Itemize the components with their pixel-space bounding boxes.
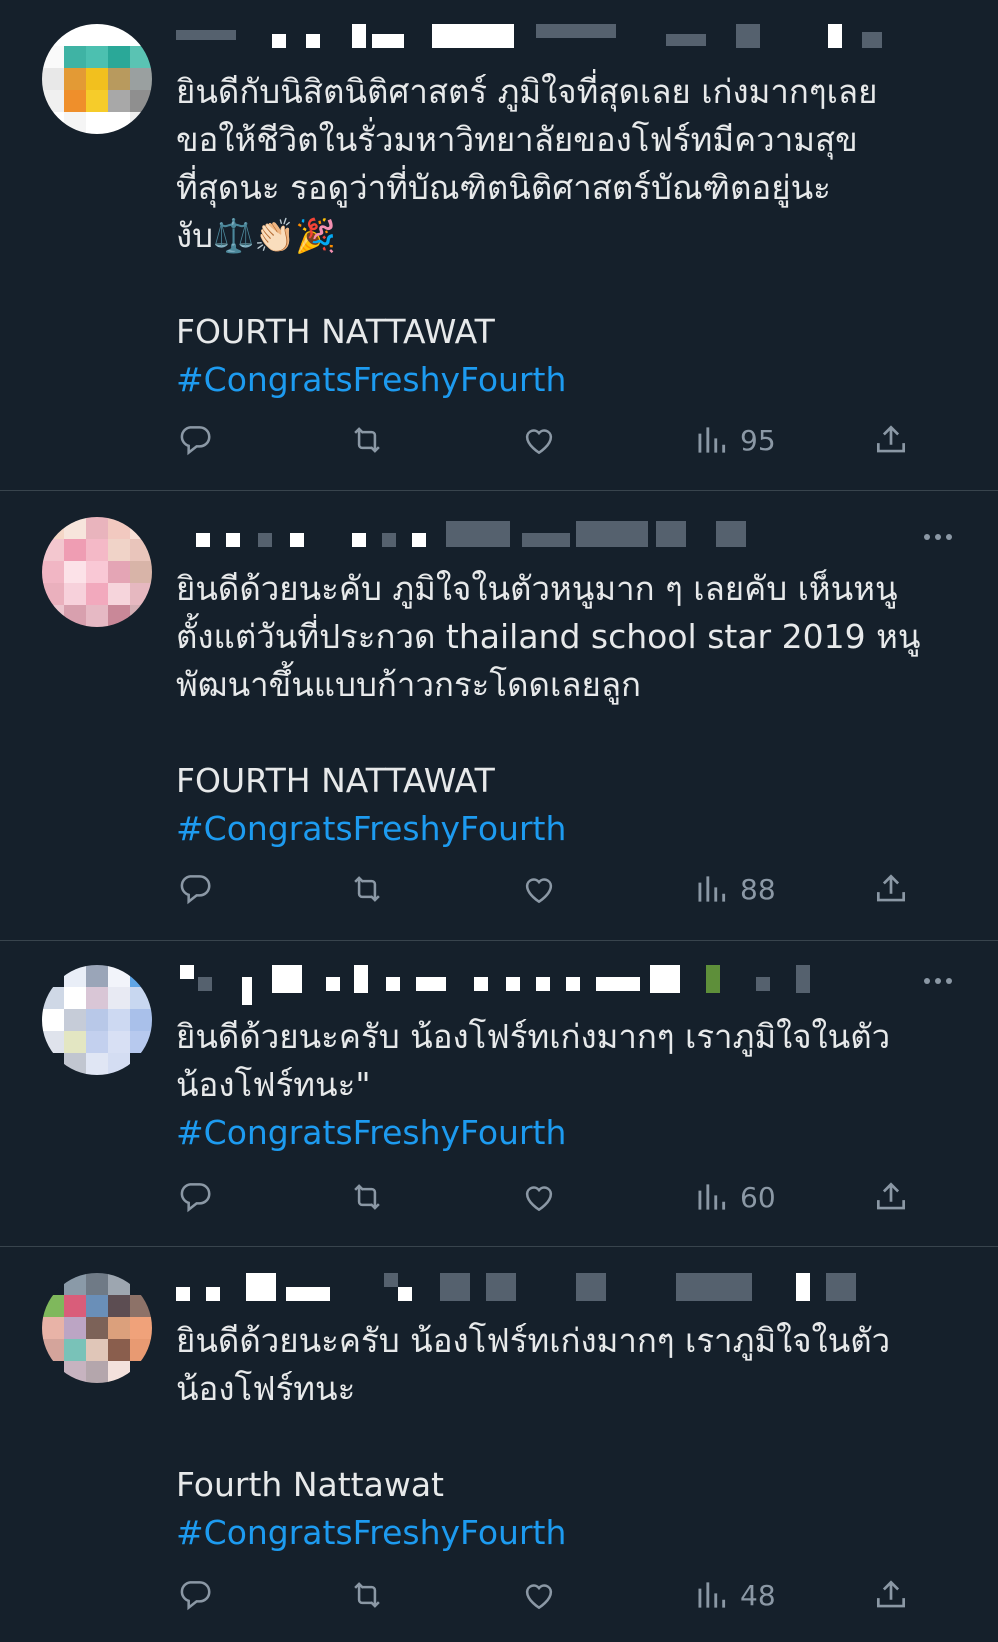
author-header[interactable] — [176, 1273, 896, 1303]
reply-button[interactable] — [176, 420, 214, 460]
retweet-icon — [354, 427, 380, 453]
like-icon — [525, 1186, 553, 1212]
action-bar: 60 — [176, 1177, 956, 1217]
tweet-text-line: FOURTH NATTAWAT — [176, 761, 495, 800]
views-icon — [698, 1582, 726, 1608]
avatar[interactable] — [42, 517, 152, 627]
more-options-button[interactable] — [918, 975, 958, 987]
tweet-text-line: น้องโฟร์ทนะ" — [176, 1065, 371, 1104]
tweet-text: ยินดีด้วยนะครับ น้องโฟร์ทเก่งมากๆ เราภูม… — [176, 1317, 956, 1557]
reply-button[interactable] — [176, 1177, 214, 1217]
author-header[interactable] — [176, 24, 896, 54]
hashtag-link[interactable]: #CongratsFreshyFourth — [176, 805, 956, 853]
tweet-text-line: ที่สุดนะ รอดูว่าที่บัณฑิตนิติศาสตร์บัณฑิ… — [176, 168, 831, 207]
author-header[interactable] — [176, 965, 896, 1005]
views-count: 48 — [740, 1578, 776, 1612]
views-icon — [698, 1184, 726, 1210]
tweet-text-line: งับ⚖️👏🏻🎉 — [176, 216, 337, 255]
tweet-text-line: ยินดีด้วยนะครับ น้องโฟร์ทเก่งมากๆ เราภูม… — [176, 1017, 891, 1056]
tweet-text-line: FOURTH NATTAWAT — [176, 312, 495, 351]
retweet-icon — [354, 876, 380, 902]
tweet-text-line: ยินดีกับนิสิตนิติศาสตร์ ภูมิใจที่สุดเลย … — [176, 72, 878, 111]
tweet-text: ยินดีด้วยนะคับ ภูมิใจในตัวหนูมาก ๆ เลยคั… — [176, 565, 956, 853]
reply-icon — [180, 875, 211, 905]
reply-button[interactable] — [176, 869, 214, 909]
tweet-1[interactable]: ยินดีกับนิสิตนิติศาสตร์ ภูมิใจที่สุดเลย … — [0, 0, 998, 490]
like-icon — [525, 878, 553, 904]
share-button[interactable] — [872, 1575, 910, 1615]
like-button[interactable] — [520, 420, 558, 460]
hashtag-link[interactable]: #CongratsFreshyFourth — [176, 1509, 956, 1557]
retweet-button[interactable] — [348, 869, 386, 909]
like-icon — [525, 429, 553, 455]
views-count: 95 — [740, 423, 776, 457]
reply-icon — [180, 426, 211, 456]
retweet-button[interactable] — [348, 1177, 386, 1217]
share-icon — [876, 1580, 906, 1608]
author-header[interactable] — [176, 521, 896, 551]
retweet-icon — [354, 1184, 380, 1210]
views-button[interactable]: 48 — [692, 1575, 776, 1615]
tweet-text-line: พัฒนาขึ้นแบบก้าวกระโดดเลยลูก — [176, 665, 642, 704]
action-bar: 88 — [176, 869, 956, 909]
share-icon — [876, 425, 906, 453]
tweet-text: ยินดีกับนิสิตนิติศาสตร์ ภูมิใจที่สุดเลย … — [176, 68, 956, 404]
tweet-text-line: ขอให้ชีวิตในรั่วมหาวิทยาลัยของโฟร์ทมีควา… — [176, 120, 858, 159]
action-bar: 48 — [176, 1575, 956, 1615]
reply-icon — [180, 1183, 211, 1213]
like-button[interactable] — [520, 1575, 558, 1615]
tweet-text-line: น้องโฟร์ทนะ — [176, 1369, 356, 1408]
share-button[interactable] — [872, 1177, 910, 1217]
tweet-2[interactable]: ยินดีด้วยนะคับ ภูมิใจในตัวหนูมาก ๆ เลยคั… — [0, 491, 998, 940]
views-count: 88 — [740, 872, 776, 906]
share-button[interactable] — [872, 869, 910, 909]
views-icon — [698, 876, 726, 902]
tweet-text-line: ยินดีด้วยนะคับ ภูมิใจในตัวหนูมาก ๆ เลยคั… — [176, 569, 898, 608]
tweet-text: ยินดีด้วยนะครับ น้องโฟร์ทเก่งมากๆ เราภูม… — [176, 1013, 956, 1157]
retweet-icon — [354, 1582, 380, 1608]
action-bar: 95 — [176, 420, 956, 460]
reply-button[interactable] — [176, 1575, 214, 1615]
tweet-text-line: ตั้งแต่วันที่ประกวด thailand school star… — [176, 617, 921, 656]
views-icon — [698, 427, 726, 453]
like-button[interactable] — [520, 1177, 558, 1217]
avatar[interactable] — [42, 965, 152, 1075]
hashtag-link[interactable]: #CongratsFreshyFourth — [176, 1109, 956, 1157]
reply-icon — [180, 1581, 211, 1611]
like-icon — [525, 1584, 553, 1610]
retweet-button[interactable] — [348, 1575, 386, 1615]
share-icon — [876, 874, 906, 902]
views-button[interactable]: 88 — [692, 869, 776, 909]
hashtag-link[interactable]: #CongratsFreshyFourth — [176, 356, 956, 404]
avatar[interactable] — [42, 1273, 152, 1383]
avatar[interactable] — [42, 24, 152, 134]
like-button[interactable] — [520, 869, 558, 909]
views-button[interactable]: 95 — [692, 420, 776, 460]
tweet-text-line: ยินดีด้วยนะครับ น้องโฟร์ทเก่งมากๆ เราภูม… — [176, 1321, 891, 1360]
share-button[interactable] — [872, 420, 910, 460]
more-options-button[interactable] — [918, 531, 958, 543]
share-icon — [876, 1182, 906, 1210]
views-button[interactable]: 60 — [692, 1177, 776, 1217]
tweet-4[interactable]: ยินดีด้วยนะครับ น้องโฟร์ทเก่งมากๆ เราภูม… — [0, 1247, 998, 1642]
tweet-3[interactable]: ยินดีด้วยนะครับ น้องโฟร์ทเก่งมากๆ เราภูม… — [0, 941, 998, 1246]
views-count: 60 — [740, 1180, 776, 1214]
retweet-button[interactable] — [348, 420, 386, 460]
tweet-text-line: Fourth Nattawat — [176, 1465, 444, 1504]
